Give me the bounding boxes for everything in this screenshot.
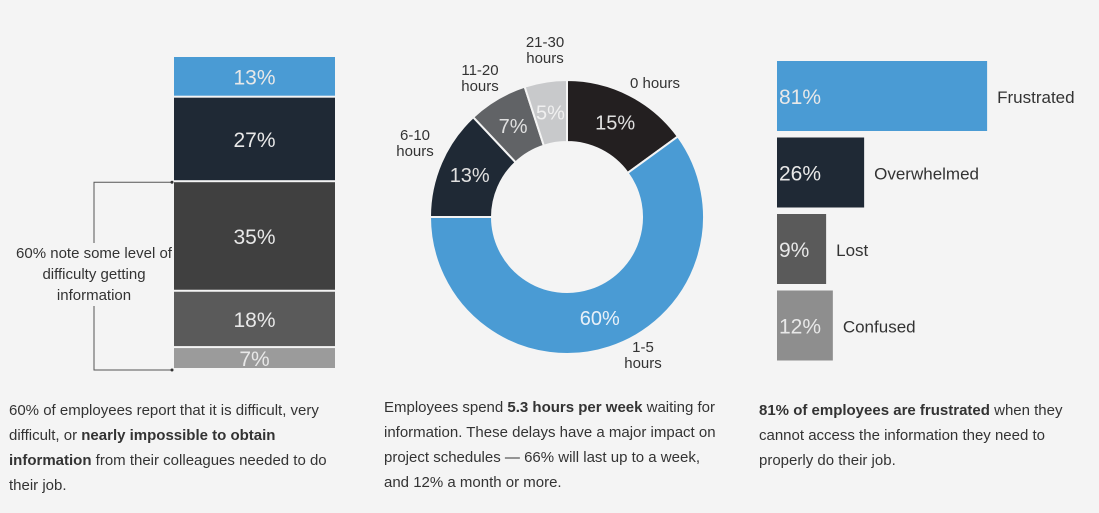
slice-label: 60% bbox=[580, 308, 620, 330]
bar-category-label: Confused bbox=[843, 318, 916, 337]
caption-emphasis: 81% of employees are frustrated bbox=[759, 402, 990, 419]
segment-label: 7% bbox=[239, 348, 269, 371]
segment-label: 27% bbox=[233, 129, 275, 152]
category-label: 6-10 bbox=[400, 127, 430, 144]
bar-value-label: 26% bbox=[779, 163, 821, 186]
bar-value-label: 12% bbox=[779, 316, 821, 339]
segment-label: 13% bbox=[233, 66, 275, 89]
caption-text: Employees spend bbox=[384, 399, 508, 416]
category-label: hours bbox=[396, 143, 434, 160]
category-label: hours bbox=[461, 78, 499, 95]
bar-value-label: 81% bbox=[779, 86, 821, 109]
slice-label: 15% bbox=[595, 113, 635, 135]
bar-value-label: 9% bbox=[779, 239, 809, 262]
slice-label: 5% bbox=[536, 102, 565, 124]
category-label: 0 hours bbox=[630, 75, 680, 92]
bar-category-label: Overwhelmed bbox=[874, 165, 979, 184]
segment-label: 35% bbox=[233, 226, 275, 249]
caption-difficulty: 60% of employees report that it is diffi… bbox=[9, 398, 349, 498]
caption-emphasis: 5.3 hours per week bbox=[507, 399, 643, 416]
slice-label: 13% bbox=[450, 165, 490, 187]
segment-label: 18% bbox=[233, 309, 275, 332]
category-label: hours bbox=[624, 355, 662, 372]
category-label: 1-5 bbox=[632, 339, 654, 356]
category-label: 21-30 bbox=[526, 34, 564, 51]
bar-category-label: Lost bbox=[836, 241, 868, 260]
slice-label: 7% bbox=[499, 116, 528, 138]
caption-frustration: 81% of employees are frustrated when the… bbox=[759, 398, 1094, 473]
caption-waiting-time: Employees spend 5.3 hours per week waiti… bbox=[384, 395, 719, 495]
category-label: hours bbox=[526, 50, 564, 67]
bracket-dot bbox=[170, 180, 174, 184]
category-label: 11-20 bbox=[461, 62, 498, 79]
bar-category-label: Frustrated bbox=[997, 88, 1074, 107]
difficulty-annotation: 60% note some level of difficulty gettin… bbox=[14, 243, 174, 306]
bracket-dot bbox=[170, 368, 174, 372]
